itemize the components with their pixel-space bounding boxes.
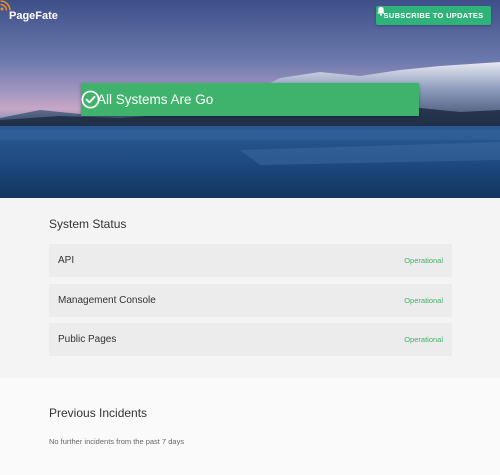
component-status: Operational xyxy=(404,256,443,265)
hero-banner-image: PageFate SUBSCRIBE TO UPDATES All System… xyxy=(0,0,500,198)
component-status: Operational xyxy=(404,335,443,344)
component-name: Management Console xyxy=(58,295,156,306)
subscribe-label: SUBSCRIBE TO UPDATES xyxy=(383,11,484,20)
component-row-public-pages: Public Pages Operational xyxy=(49,323,452,356)
component-name: API xyxy=(58,255,75,266)
bell-icon xyxy=(377,6,385,16)
subscribe-button[interactable]: SUBSCRIBE TO UPDATES xyxy=(376,6,491,25)
component-status: Operational xyxy=(404,296,443,305)
incidents-note: No further incidents from the past 7 day… xyxy=(49,437,185,446)
component-name: Public Pages xyxy=(58,334,117,345)
check-circle-icon xyxy=(81,90,100,109)
rss-icon[interactable] xyxy=(0,0,11,11)
previous-incidents-section: Previous Incidents No further incidents … xyxy=(0,378,500,475)
component-row-management-console: Management Console Operational xyxy=(49,284,452,317)
system-status-title: System Status xyxy=(49,217,127,231)
system-status-section: System Status API Operational Management… xyxy=(0,198,500,378)
brand-logo[interactable]: PageFate xyxy=(9,10,58,22)
overall-status-text: All Systems Are Go xyxy=(97,92,214,107)
component-row-api: API Operational xyxy=(49,244,452,277)
overall-status-banner: All Systems Are Go xyxy=(81,83,419,116)
previous-incidents-title: Previous Incidents xyxy=(49,406,148,420)
